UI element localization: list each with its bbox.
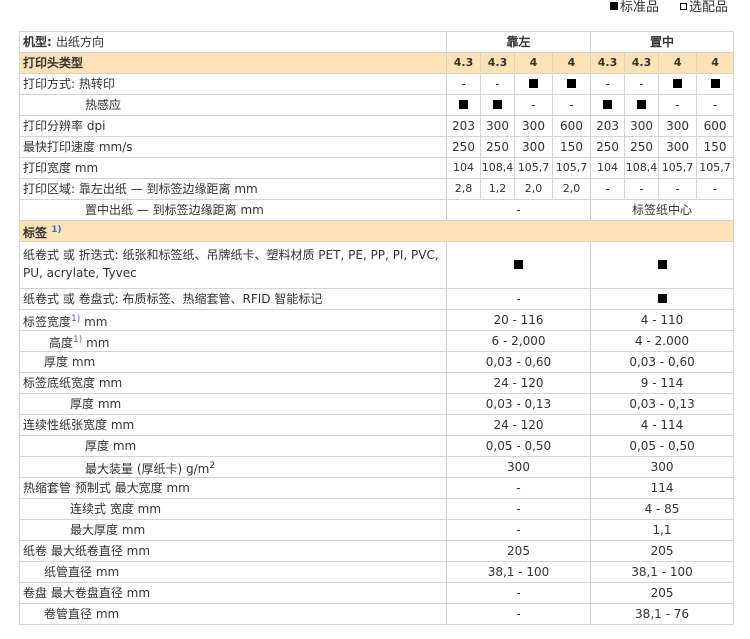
- standard-mark: [445, 241, 592, 289]
- header-row: 机型: 出纸方向 靠左 置中: [19, 31, 735, 53]
- sleeve-continuous-row: 连续式 宽度 mm - 4 - 85: [19, 498, 735, 520]
- filled-square-icon: [610, 2, 618, 10]
- label-width-row: 标签宽度1) mm 20 - 116 4 - 110: [19, 309, 735, 331]
- direct-thermal-row: 热感应 - - - -: [19, 94, 735, 116]
- left-header: 靠左: [445, 31, 592, 53]
- reel-core-row: 卷管直径 mm - 38,1 - 76: [19, 603, 735, 625]
- direct-thermal-label: 热感应: [19, 94, 447, 116]
- label-thickness-row: 厚度 mm 0,03 - 0,60 0,03 - 0,60: [19, 351, 735, 373]
- head-type-label: 打印头类型: [19, 52, 447, 74]
- speed-row: 最快打印速度 mm/s 250 250 300 150 250 250 300 …: [19, 136, 735, 158]
- dt-mark: [480, 94, 515, 116]
- dt-mark: [590, 94, 626, 116]
- sleeve-thickness-row: 最大厚度 mm - 1,1: [19, 519, 735, 541]
- label-height-row: 高度1) mm 6 - 2,000 4 - 2.000: [19, 330, 735, 352]
- tt-mark: [514, 73, 553, 95]
- print-method-label: 打印方式: 热转印: [19, 73, 447, 95]
- standard-mark: [590, 241, 735, 289]
- print-area-left-row: 打印区域: 靠左出纸 — 到标签边缘距离 mm 2,8 1,2 2,0 2,0 …: [19, 178, 735, 200]
- dt-mark: [446, 94, 481, 116]
- center-header: 置中: [590, 31, 735, 53]
- legend: 标准品 选配品: [0, 0, 750, 18]
- dt-mark: [624, 94, 660, 116]
- tt-mark: [696, 73, 735, 95]
- core-diameter-row: 纸管直径 mm 38,1 - 100 38,1 - 100: [19, 561, 735, 583]
- roll-diameter-row: 纸卷 最大纸卷直径 mm 205 205: [19, 540, 735, 562]
- reel-diameter-row: 卷盘 最大卷盘直径 mm - 205: [19, 582, 735, 604]
- print-area-center-row: 置中出纸 — 到标签边缘距离 mm - 标签纸中心: [19, 199, 735, 221]
- legend-optional: 选配品: [680, 0, 728, 16]
- continuous-thickness-row: 厚度 mm 0,05 - 0,50 0,05 - 0,50: [19, 435, 735, 457]
- print-width-row: 打印宽度 mm 104 108,4 105,7 105,7 104 108,4 …: [19, 157, 735, 179]
- roll-fanfold-row: 纸卷式 或 折迭式: 纸张和标签纸、吊牌纸卡、塑料材质 PET, PE, PP,…: [19, 241, 735, 289]
- empty-square-icon: [680, 3, 687, 10]
- sleeve-preformed-row: 热缩套管 预制式 最大宽度 mm - 114: [19, 477, 735, 499]
- roll-reel-row: 纸卷式 或 卷盘式: 布质标签、热缩套管、RFID 智能标记 -: [19, 288, 735, 310]
- label-section-row: 标签 1): [18, 220, 735, 242]
- continuous-width-row: 连续性纸张宽度 mm 24 - 120 4 - 114: [19, 414, 735, 436]
- standard-mark: [590, 288, 735, 310]
- legend-standard: 标准品: [610, 0, 659, 16]
- max-load-row: 最大装量 (厚纸卡) g/m2 300 300: [19, 456, 735, 478]
- spec-table: 机型: 出纸方向 靠左 置中 打印头类型 4.3 4.3 4 4 4.3 4.3…: [18, 31, 735, 625]
- head-type-row: 打印头类型 4.3 4.3 4 4 4.3 4.3 4 4: [19, 52, 735, 74]
- resolution-row: 打印分辨率 dpi 203 300 300 600 203 300 300 60…: [19, 115, 735, 137]
- liner-thickness-row: 厚度 mm 0,03 - 0,13 0,03 - 0,13: [19, 393, 735, 415]
- liner-width-row: 标签底纸宽度 mm 24 - 120 9 - 114: [19, 372, 735, 394]
- tt-mark: [658, 73, 698, 95]
- thermal-transfer-row: 打印方式: 热转印 - - - -: [19, 73, 735, 95]
- tt-mark: [551, 73, 592, 95]
- model-cell: 机型: 出纸方向: [19, 31, 447, 53]
